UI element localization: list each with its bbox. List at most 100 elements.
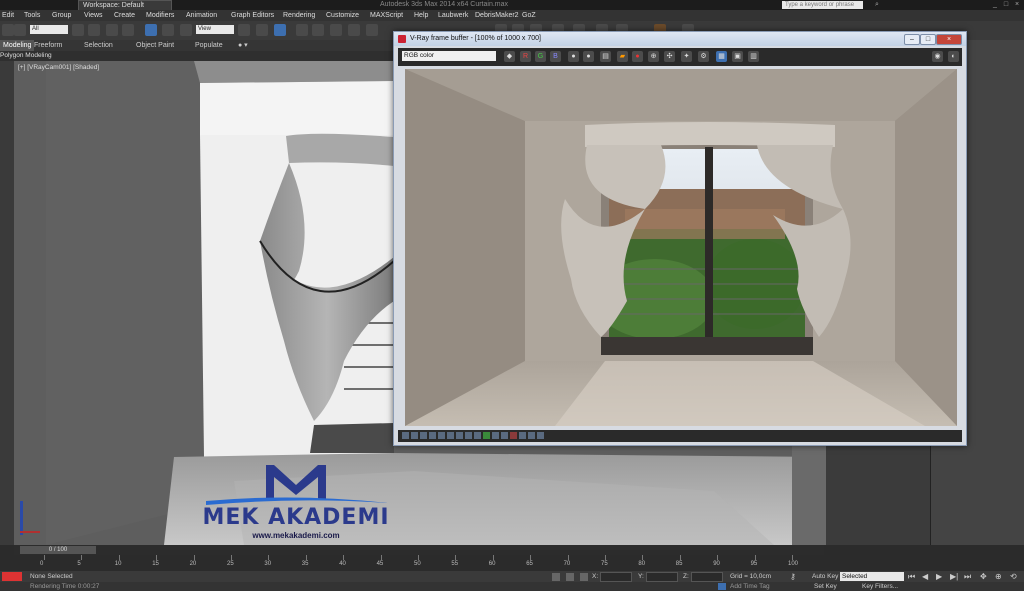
maximize-icon[interactable]: □ [1001,1,1011,9]
search-icon[interactable]: ⌕ [872,1,882,9]
tab-selection[interactable]: Selection [84,40,113,51]
pivot-icon[interactable] [238,24,250,36]
link-vfb-icon[interactable]: ✣ [664,51,675,62]
ref-coord-dropdown[interactable]: View [196,25,234,34]
close-icon[interactable]: × [1012,1,1022,9]
key-filters-button[interactable]: Key Filters... [862,583,898,590]
vfb-status-icon-2[interactable] [411,432,418,439]
vfb-status-icon-15[interactable] [528,432,535,439]
window-crossing-icon[interactable] [122,24,134,36]
menu-graph-editors[interactable]: Graph Editors [231,10,274,21]
menu-laubwerk[interactable]: Laubwerk [438,10,468,21]
next-frame-icon[interactable]: ▶| [950,572,958,581]
go-to-start-icon[interactable]: ⏮ [908,572,915,582]
select-icon[interactable] [72,24,84,36]
menu-help[interactable]: Help [414,10,428,21]
vfb-status-icon-14[interactable] [519,432,526,439]
clear-icon[interactable]: ● [632,51,643,62]
vfb-status-icon-12[interactable] [501,432,508,439]
blue-channel-button[interactable]: B [550,51,561,62]
track-bar[interactable]: 0 5 10 15 20 25 30 35 40 45 50 55 60 65 70 75 80 85 90 95 10… [14,555,824,571]
undo-icon[interactable] [2,24,14,36]
isolate-icon[interactable] [552,573,560,581]
zoom-icon[interactable]: ⊕ [995,572,1002,581]
key-mode-dropdown[interactable]: Selected [840,572,904,581]
vfb-title-bar[interactable]: V-Ray frame buffer - [100% of 1000 x 700… [394,32,966,46]
key-icon[interactable]: ⚷ [790,573,804,581]
move-view-icon[interactable]: ✥ [980,572,987,581]
lens-effects-icon[interactable]: ◐ [948,51,959,62]
scale-icon[interactable] [180,24,192,36]
add-time-tag[interactable]: Add Time Tag [730,583,770,590]
spinner-snap-icon[interactable] [348,24,360,36]
lut-icon[interactable]: ▣ [732,51,743,62]
minimize-icon[interactable]: _ [990,1,1000,9]
menu-tools[interactable]: Tools [24,10,40,21]
vray-frame-buffer-window[interactable]: V-Ray frame buffer - [100% of 1000 x 700… [393,31,967,446]
named-selection-icon[interactable] [366,24,378,36]
vfb-status-icon-8[interactable] [465,432,472,439]
save-icon[interactable]: ▤ [600,51,611,62]
menu-modifiers[interactable]: Modifiers [146,10,174,21]
vfb-status-icon-6[interactable] [447,432,454,439]
selection-filter-dropdown[interactable]: All [30,25,68,34]
render-last-icon[interactable]: ⚙ [698,51,709,62]
menu-customize[interactable]: Customize [326,10,359,21]
time-tag-icon[interactable] [718,583,726,590]
x-coord-field[interactable] [600,572,632,582]
play-icon[interactable]: ▶ [936,572,942,581]
tab-populate[interactable]: Populate [195,40,223,51]
menu-maxscript[interactable]: MAXScript [370,10,403,21]
select-by-name-icon[interactable] [88,24,100,36]
move-icon[interactable] [145,24,157,36]
absolute-mode-icon[interactable] [580,573,588,581]
vfb-status-icon-3[interactable] [420,432,427,439]
stamp-icon[interactable]: ▥ [748,51,759,62]
search-input[interactable]: Type a keyword or phrase [782,1,863,9]
go-to-end-icon[interactable]: ⏭ [964,572,971,582]
vfb-close-button[interactable]: × [936,34,962,45]
vfb-status-icon-11[interactable] [492,432,499,439]
rect-select-icon[interactable] [106,24,118,36]
channel-dropdown[interactable]: RGB color [402,51,496,61]
region-render-icon[interactable]: ✦ [681,51,692,62]
angle-snap-icon[interactable] [312,24,324,36]
lock-selection-icon[interactable] [566,573,574,581]
load-icon[interactable]: ▰ [617,51,628,62]
vfb-status-icon-16[interactable] [537,432,544,439]
tab-object-paint[interactable]: Object Paint [136,40,174,51]
tab-freeform[interactable]: Freeform [34,40,62,51]
snap-icon[interactable] [296,24,308,36]
menu-create[interactable]: Create [114,10,135,21]
vfb-status-icon-4[interactable] [429,432,436,439]
ribbon-options-icon[interactable]: ● ▾ [238,40,248,51]
menu-views[interactable]: Views [84,10,103,21]
vfb-status-icon-5[interactable] [438,432,445,439]
green-channel-button[interactable]: G [535,51,546,62]
history-icon[interactable]: ◉ [932,51,943,62]
orbit-icon[interactable]: ⟲ [1010,572,1017,581]
y-coord-field[interactable] [646,572,678,582]
link-icon[interactable] [14,24,26,36]
set-key-button[interactable]: Set Key [814,583,837,590]
vfb-status-icon-10[interactable] [483,432,490,439]
manipulate-icon[interactable] [256,24,268,36]
menu-rendering[interactable]: Rendering [283,10,315,21]
menu-debrismaker[interactable]: DebrisMaker2 [475,10,519,21]
viewport-label[interactable]: [+] [VRayCam001] [Shaded] [18,64,99,71]
track-mouse-icon[interactable]: ⊕ [648,51,659,62]
vfb-minimize-button[interactable]: – [904,34,920,45]
red-channel-button[interactable]: R [520,51,531,62]
mono-icon[interactable]: ● [583,51,594,62]
z-coord-field[interactable] [691,572,723,582]
save-image-icon[interactable]: ◆ [504,51,515,62]
vfb-maximize-button[interactable]: □ [920,34,936,45]
menu-edit[interactable]: Edit [2,10,14,21]
keyboard-shortcut-icon[interactable] [274,24,286,36]
menu-animation[interactable]: Animation [186,10,217,21]
menu-goz[interactable]: GoZ [522,10,536,21]
time-slider[interactable]: 0 / 100 [20,546,96,554]
maxscript-listener-icon[interactable] [2,572,22,581]
alpha-icon[interactable]: ● [568,51,579,62]
vfb-status-icon-9[interactable] [474,432,481,439]
